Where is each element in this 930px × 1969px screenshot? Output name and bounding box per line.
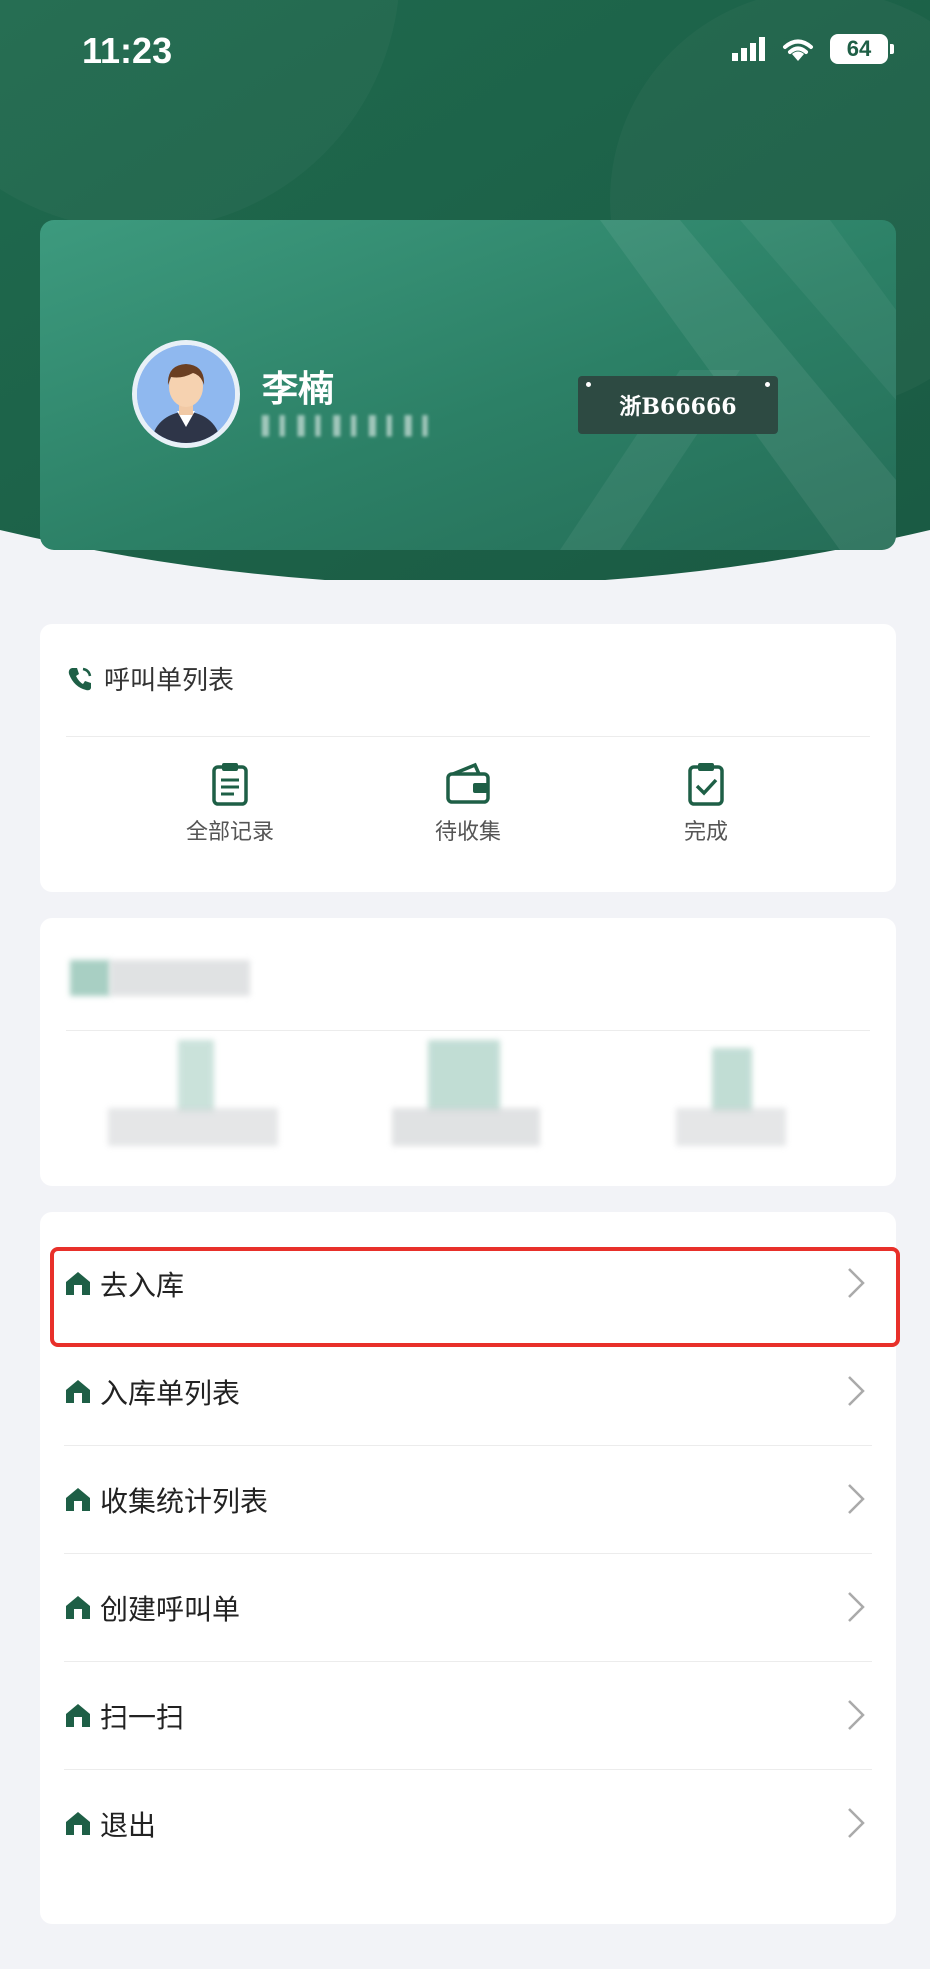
redacted-block: [428, 1040, 500, 1112]
stat-all-records[interactable]: 全部记录: [130, 762, 330, 846]
redacted-block: [70, 960, 110, 996]
phone-icon: [68, 667, 92, 690]
menu-item-storage-list[interactable]: 入库单列表: [40, 1338, 896, 1446]
menu-item-label: 去入库: [100, 1269, 185, 1302]
profile-card: 李楠 ▌▍▌▍▌▍▌▍▌▍ 浙B66666: [40, 220, 896, 550]
chevron-right-icon: [848, 1268, 865, 1298]
avatar[interactable]: [132, 340, 240, 448]
chevron-right-icon: [848, 1376, 865, 1406]
status-bar: 11:23 64: [0, 0, 930, 110]
divider: [66, 736, 870, 737]
status-time: 11:23: [82, 30, 173, 71]
user-name: 李楠: [262, 369, 335, 410]
menu-item-go-storage[interactable]: 去入库: [40, 1230, 896, 1338]
menu-card: 去入库 入库单列表 收集统计列表 创建呼叫单 扫一扫 退出: [40, 1212, 896, 1924]
menu-item-logout[interactable]: 退出: [40, 1770, 896, 1878]
call-list-header[interactable]: 呼叫单列表: [66, 660, 234, 697]
checked-clipboard-icon: [688, 763, 724, 806]
stat-label: 完成: [683, 820, 728, 845]
house-icon: [66, 1596, 90, 1619]
chevron-right-icon: [848, 1592, 865, 1622]
user-phone-redacted: ▌▍▌▍▌▍▌▍▌▍: [262, 416, 441, 437]
stat-label: 全部记录: [185, 820, 274, 845]
menu-item-scan[interactable]: 扫一扫: [40, 1662, 896, 1770]
signal-icon: [732, 37, 765, 61]
call-list-title: 呼叫单列表: [104, 666, 235, 696]
wallet-icon: [446, 762, 490, 804]
divider: [66, 1030, 870, 1031]
battery-indicator: 64: [830, 34, 894, 64]
license-plate: 浙B66666: [578, 376, 778, 434]
redacted-block: [392, 1108, 540, 1146]
user-avatar-icon: [137, 345, 235, 443]
house-icon: [66, 1812, 90, 1835]
chevron-right-icon: [848, 1484, 865, 1514]
chevron-right-icon: [848, 1808, 865, 1838]
status-icons: 64: [732, 34, 894, 64]
menu-item-collection-stats[interactable]: 收集统计列表: [40, 1446, 896, 1554]
stat-label: 待收集: [434, 820, 501, 845]
menu-item-label: 退出: [100, 1809, 157, 1842]
redacted-block: [178, 1040, 214, 1112]
redacted-block: [676, 1108, 786, 1146]
house-icon: [66, 1488, 90, 1511]
stat-completed[interactable]: 完成: [606, 762, 806, 846]
redacted-block: [110, 960, 250, 996]
menu-item-label: 入库单列表: [100, 1377, 241, 1410]
house-icon: [66, 1380, 90, 1403]
stat-pending[interactable]: 待收集: [368, 762, 568, 846]
redacted-card: [40, 918, 896, 1186]
redacted-block: [712, 1048, 752, 1112]
wifi-icon: [783, 39, 813, 61]
menu-item-label: 扫一扫: [100, 1701, 185, 1734]
menu-item-create-call[interactable]: 创建呼叫单: [40, 1554, 896, 1662]
call-list-card: 呼叫单列表 全部记录 待收集 完成: [40, 624, 896, 892]
house-icon: [66, 1272, 90, 1295]
chevron-right-icon: [848, 1700, 865, 1730]
clipboard-icon: [212, 763, 248, 806]
redacted-block: [108, 1108, 278, 1146]
menu-item-label: 创建呼叫单: [100, 1593, 241, 1626]
menu-item-label: 收集统计列表: [100, 1485, 269, 1518]
house-icon: [66, 1704, 90, 1727]
